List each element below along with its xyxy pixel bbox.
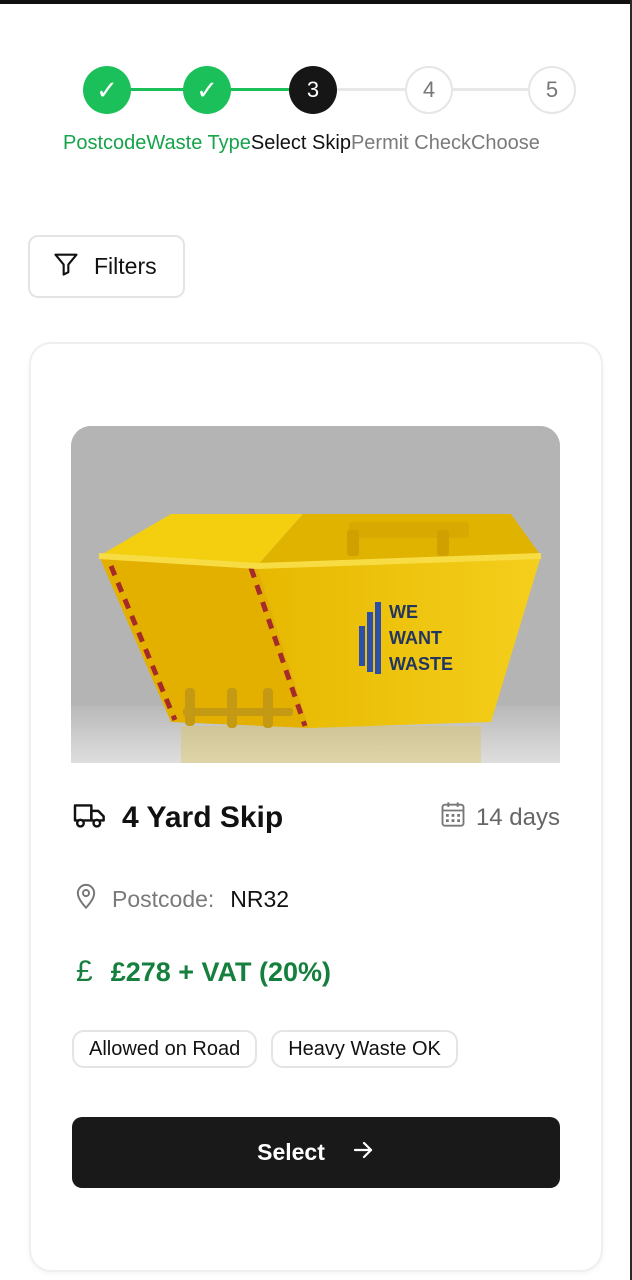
step-label-postcode[interactable]: Postcode	[63, 132, 146, 155]
truck-icon	[72, 800, 108, 835]
step-number: 4	[422, 77, 436, 102]
step-1-circle[interactable]: ✓	[83, 66, 131, 114]
step-number: 3	[306, 77, 320, 102]
step-labels: Postcode Waste Type Select Skip Permit C…	[63, 132, 540, 155]
step-label-permit-check: Permit Check	[350, 132, 471, 154]
postcode-value: NR32	[230, 885, 290, 912]
filters-button[interactable]: Filters	[28, 235, 185, 298]
pound-icon: £	[76, 955, 93, 988]
step-4-circle: 4	[405, 66, 453, 114]
tag-heavy-waste-ok: Heavy Waste OK	[271, 1030, 458, 1068]
step-label-waste-type[interactable]: Waste Type	[146, 132, 251, 155]
step-2-circle[interactable]: ✓	[183, 66, 231, 114]
tag-allowed-on-road: Allowed on Road	[72, 1030, 258, 1068]
step-label-choose: Choose	[470, 132, 540, 154]
hire-period-text: 14 days	[475, 803, 560, 831]
calendar-icon	[440, 800, 466, 835]
svg-text:WANT: WANT	[389, 628, 442, 648]
hire-period: 14 days	[440, 800, 560, 835]
skip-tags: Allowed on Road Heavy Waste OK	[72, 1030, 458, 1068]
arrow-right-icon	[351, 1138, 375, 1168]
step-label-select-skip: Select Skip	[250, 132, 351, 154]
skip-image: WE WANT WASTE	[71, 426, 560, 763]
svg-text:WE: WE	[389, 602, 418, 622]
price-row: £ £278 + VAT (20%)	[76, 955, 331, 989]
step-number: 5	[545, 77, 559, 102]
svg-text:WASTE: WASTE	[389, 654, 453, 674]
check-icon: ✓	[96, 74, 118, 105]
postcode-label: Postcode:	[112, 885, 215, 912]
step-5-circle: 5	[528, 66, 576, 114]
skip-title-row: 4 Yard Skip	[72, 800, 283, 835]
postcode-row: Postcode: NR32	[74, 882, 289, 916]
top-status-bar	[0, 0, 632, 4]
step-3-circle: 3	[289, 66, 337, 114]
check-icon: ✓	[196, 74, 218, 105]
select-label: Select	[257, 1139, 325, 1165]
skip-title: 4 Yard Skip	[122, 800, 284, 834]
location-pin-icon	[74, 882, 98, 916]
filters-label: Filters	[94, 253, 157, 279]
filter-icon	[52, 250, 80, 284]
price-text: £278 + VAT (20%)	[110, 956, 332, 987]
select-skip-button[interactable]: Select	[72, 1117, 560, 1188]
